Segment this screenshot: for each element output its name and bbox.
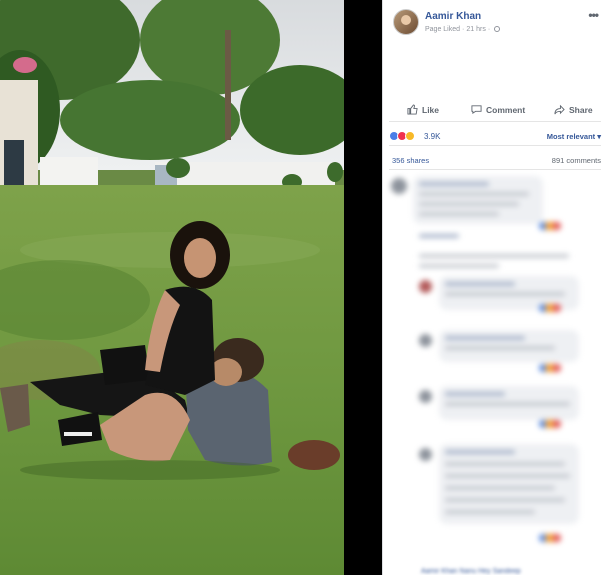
comment-label: Comment bbox=[486, 104, 526, 115]
haha-reaction-icon bbox=[405, 131, 415, 141]
share-label: Share bbox=[569, 104, 593, 115]
globe-icon bbox=[494, 26, 501, 32]
reaction-count[interactable]: 3.9K bbox=[424, 132, 440, 141]
sort-comments-dropdown[interactable]: Most relevant ▾ bbox=[547, 132, 601, 141]
share-button[interactable]: Share bbox=[554, 104, 593, 115]
reaction-icons[interactable] bbox=[389, 131, 415, 141]
post-header: Aamir Khan Page Liked · 21 hrs · ••• bbox=[383, 0, 607, 48]
post-details-panel: Aamir Khan Page Liked · 21 hrs · ••• Like C… bbox=[382, 0, 607, 575]
like-button[interactable]: Like bbox=[407, 104, 439, 115]
author-avatar[interactable] bbox=[393, 9, 419, 35]
post-meta: Page Liked · 21 hrs · bbox=[425, 26, 501, 33]
author-name[interactable]: Aamir Khan bbox=[425, 11, 481, 22]
page-liked-label: Page Liked bbox=[425, 26, 461, 33]
viewer-divider bbox=[344, 0, 382, 575]
shares-count[interactable]: 356 shares bbox=[392, 156, 429, 165]
post-timestamp[interactable]: 21 hrs bbox=[466, 26, 485, 33]
next-comment-preview[interactable]: Aamir Khan Nanu Hey Sandeep bbox=[421, 568, 521, 575]
comment-icon bbox=[471, 105, 482, 115]
like-label: Like bbox=[422, 104, 440, 115]
reactions-row: 3.9K Most relevant ▾ bbox=[389, 126, 601, 146]
facebook-post-viewer: Aamir Khan Page Liked · 21 hrs · ••• Like C… bbox=[0, 0, 607, 575]
photo-scene bbox=[0, 0, 344, 575]
stats-row: 356 shares 891 comments bbox=[389, 150, 601, 170]
like-icon bbox=[407, 104, 418, 115]
post-photo[interactable] bbox=[0, 0, 344, 575]
share-icon bbox=[554, 104, 565, 115]
comment-button[interactable]: Comment bbox=[471, 104, 525, 115]
comments-list bbox=[389, 176, 599, 566]
comments-count[interactable]: 891 comments bbox=[552, 156, 601, 165]
menu-dots-icon[interactable]: ••• bbox=[588, 8, 599, 22]
post-actions-bar: Like Comment Share bbox=[389, 100, 601, 122]
